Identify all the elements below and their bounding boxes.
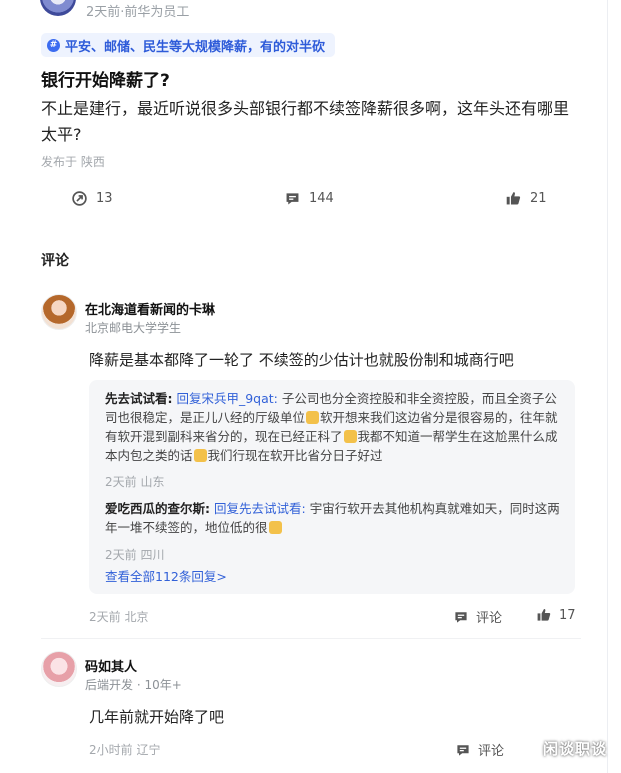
comment-icon <box>457 744 469 756</box>
reply-comment-button[interactable]: 评论 <box>453 607 502 626</box>
comment-meta: 2天前 北京 <box>89 610 149 624</box>
reply-author[interactable]: 爱吃西瓜的查尔斯: <box>105 501 210 516</box>
topic-label: 平安、邮储、民生等大规模降薪，有的对半砍 <box>65 39 326 55</box>
replies-box: 先去试试看: 回复宋兵甲_9qat: 子公司也分全资控股和非全资控股，而且全资子… <box>89 380 575 594</box>
hashtag-icon: # <box>47 38 60 52</box>
emoji-icon <box>306 411 320 424</box>
reply-to-link[interactable]: 回复先去试试看: <box>214 501 306 516</box>
watermark: 闲谈职谈 <box>542 740 607 758</box>
reply-author[interactable]: 先去试试看: <box>105 391 173 406</box>
post-meta: 2天前·前华为员工 <box>86 5 190 20</box>
emoji-icon <box>193 449 207 462</box>
reply-meta: 2天前 四川 <box>105 548 165 562</box>
reply-to-link[interactable]: 回复宋兵甲_9qat: <box>176 391 277 406</box>
reply-text: 我们行现在软开比省分日子好过 <box>207 448 383 463</box>
repost-button[interactable]: 13 <box>71 190 113 207</box>
commenter-subtitle: 北京邮电大学学生 <box>85 321 182 335</box>
author-avatar[interactable] <box>40 0 76 16</box>
like-count: 21 <box>530 191 547 206</box>
commenter-name[interactable]: 在北海道看新闻的卡琳 <box>85 299 215 318</box>
commenter-avatar[interactable] <box>41 294 77 330</box>
commenter-avatar[interactable] <box>41 651 77 687</box>
comment-meta: 2小时前 辽宁 <box>89 743 161 757</box>
commenter-subtitle: 后端开发 · 10年+ <box>85 678 182 692</box>
repost-count: 13 <box>96 191 113 206</box>
commenter-name[interactable]: 码如其人 <box>85 656 137 675</box>
comment-label: 评论 <box>478 744 505 759</box>
comment-like-button[interactable]: 17 <box>536 607 576 623</box>
emoji-icon <box>343 430 357 443</box>
reply-item: 先去试试看: 回复宋兵甲_9qat: 子公司也分全资控股和非全资控股，而且全资子… <box>105 389 561 465</box>
comment-icon <box>455 611 467 623</box>
comment-text: 几年前就开始降了吧 <box>89 708 225 726</box>
emoji-icon <box>268 521 282 534</box>
thumbs-up-icon <box>506 192 521 205</box>
comment-icon <box>286 193 299 205</box>
post-location: 发布于 陕西 <box>41 155 105 169</box>
reply-item: 爱吃西瓜的查尔斯: 回复先去试试看: 宇宙行软开去其他机构真就难如天，同时这两年… <box>105 499 561 537</box>
reply-meta: 2天前 山东 <box>105 475 165 489</box>
divider <box>41 638 581 639</box>
thumbs-up-icon <box>537 609 551 621</box>
see-all-replies-link[interactable]: 查看全部112条回复> <box>105 566 227 585</box>
like-button[interactable]: 21 <box>505 190 547 207</box>
topic-tag[interactable]: # 平安、邮储、民生等大规模降薪，有的对半砍 <box>41 33 336 57</box>
post-body: 不止是建行，最近听说很多头部银行都不续签降薪很多啊，这年头还有哪里太平? <box>41 99 570 144</box>
reply-comment-button[interactable]: 评论 <box>455 740 504 759</box>
comments-heading: 评论 <box>41 253 69 269</box>
comment-like-count: 17 <box>559 607 576 623</box>
post-title: 银行开始降薪了? <box>41 71 170 91</box>
post-detail-panel: 2天前·前华为员工 # 平安、邮储、民生等大规模降薪，有的对半砍 银行开始降薪了… <box>0 0 608 773</box>
comment-button[interactable]: 144 <box>284 190 334 207</box>
comment-count: 144 <box>309 191 334 206</box>
repost-icon <box>72 191 87 206</box>
comment-label: 评论 <box>476 611 503 626</box>
comment-text: 降薪是基本都降了一轮了 不续签的少估计也就股份制和城商行吧 <box>89 351 514 369</box>
